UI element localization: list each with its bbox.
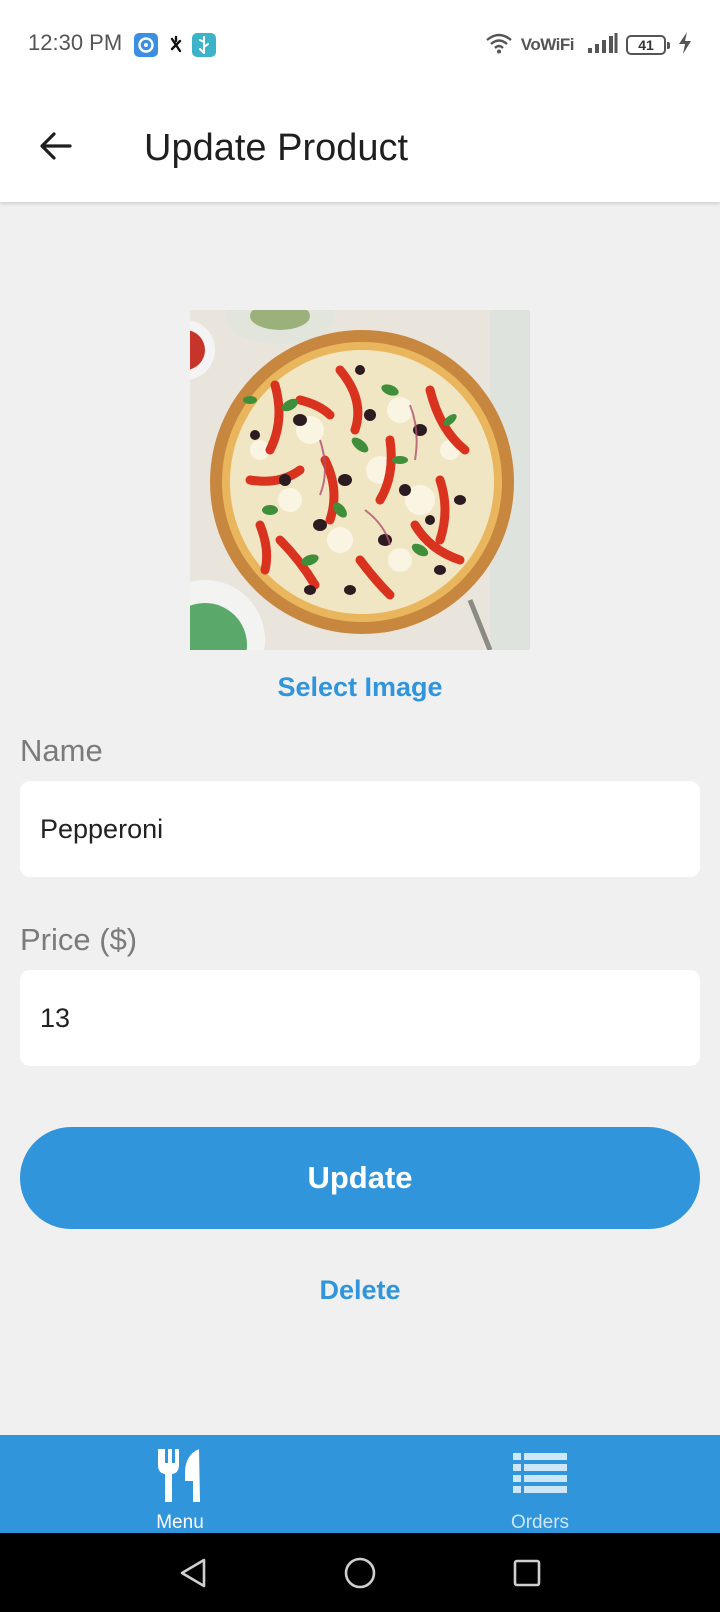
delete-button[interactable]: Delete — [0, 1275, 720, 1306]
battery-icon: 41 — [626, 35, 670, 55]
nav-label-orders: Orders — [510, 1512, 570, 1533]
usb-icon — [192, 33, 216, 57]
update-button[interactable]: Update — [20, 1127, 700, 1229]
app-bar: Update Product — [0, 92, 720, 202]
wifi-icon — [485, 32, 513, 59]
home-circle-icon[interactable] — [335, 1548, 385, 1598]
arrow-left-icon — [38, 128, 74, 169]
back-triangle-icon[interactable] — [168, 1548, 218, 1598]
recents-square-icon[interactable] — [502, 1548, 552, 1598]
settings-gear-icon — [134, 33, 158, 57]
nav-item-menu[interactable]: Menu — [0, 1435, 360, 1533]
signal-icon — [588, 32, 618, 58]
nav-label-menu: Menu — [156, 1512, 204, 1533]
status-right-group: VoWiFi 41 — [485, 30, 692, 60]
price-label: Price ($) — [20, 922, 138, 957]
status-time: 12:30 PM — [28, 30, 123, 55]
list-icon — [511, 1447, 569, 1508]
price-input[interactable] — [20, 970, 700, 1066]
bug-icon — [166, 33, 190, 57]
back-button[interactable] — [32, 124, 80, 172]
status-bar: 12:30 PM VoWiFi 41 — [0, 0, 720, 92]
page-title: Update Product — [144, 127, 409, 169]
system-nav-bar — [0, 1533, 720, 1612]
network-label: VoWiFi — [520, 35, 575, 54]
select-image-button[interactable]: Select Image — [0, 672, 720, 703]
nav-item-orders[interactable]: Orders — [360, 1435, 720, 1533]
product-image[interactable] — [190, 310, 530, 650]
fork-knife-icon — [155, 1447, 205, 1508]
charging-icon — [678, 31, 692, 59]
name-label: Name — [20, 733, 103, 768]
battery-level: 41 — [638, 37, 654, 53]
bottom-nav: Menu Orders — [0, 1435, 720, 1533]
name-input[interactable] — [20, 781, 700, 877]
